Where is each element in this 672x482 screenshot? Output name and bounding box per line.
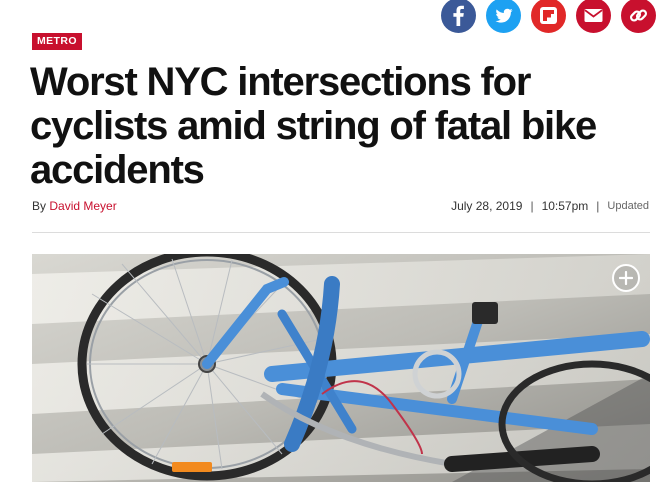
facebook-share-button[interactable]	[441, 0, 476, 33]
bicycle-photo	[32, 254, 650, 482]
section-tag[interactable]: METRO	[32, 33, 82, 50]
meta-separator: |	[596, 199, 600, 213]
publish-time: 10:57pm	[541, 199, 589, 213]
link-share-button[interactable]	[621, 0, 656, 33]
link-icon	[629, 9, 648, 22]
email-icon	[584, 9, 603, 22]
byline-prefix: By	[32, 199, 47, 213]
article-headline: Worst NYC intersections for cyclists ami…	[30, 60, 597, 192]
publish-date: July 28, 2019	[451, 199, 523, 213]
meta-separator: |	[530, 199, 534, 213]
email-share-button[interactable]	[576, 0, 611, 33]
twitter-share-button[interactable]	[486, 0, 521, 33]
plus-icon	[619, 271, 633, 285]
hero-image[interactable]	[32, 254, 650, 482]
twitter-icon	[495, 8, 513, 23]
byline: By David Meyer	[32, 199, 117, 213]
divider	[32, 232, 650, 233]
article-meta: July 28, 2019 | 10:57pm | Updated	[451, 199, 649, 213]
facebook-icon	[453, 5, 464, 26]
author-link[interactable]: David Meyer	[49, 199, 116, 213]
updated-label: Updated	[607, 200, 649, 212]
flipboard-share-button[interactable]	[531, 0, 566, 33]
flipboard-icon	[540, 7, 557, 24]
share-bar	[441, 0, 656, 33]
expand-image-button[interactable]	[612, 264, 640, 292]
